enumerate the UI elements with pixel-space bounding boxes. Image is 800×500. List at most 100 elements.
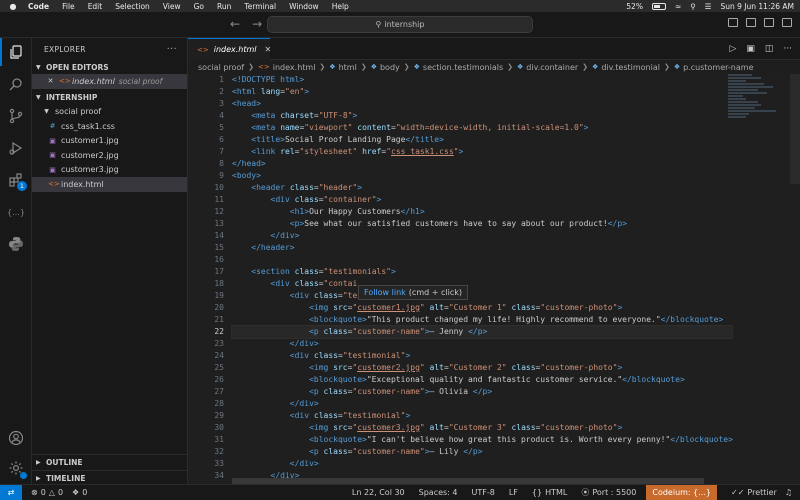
codeium-status[interactable]: Codeium: {...} [646,484,717,500]
workspace-header[interactable]: ▼ INTERNSHIP [32,91,187,105]
more-actions-icon[interactable]: ··· [167,44,177,55]
vertical-scrollbar[interactable] [790,74,800,184]
warning-icon: △ [48,488,55,497]
menu-run[interactable]: Run [217,2,231,11]
open-editor-item[interactable]: ✕ <> index.html social proof [32,74,187,89]
window-titlebar: ← → ⚲ internship [0,12,800,38]
wifi-icon[interactable]: ≈ [675,2,681,11]
encoding[interactable]: UTF-8 [472,488,495,497]
toggle-primary-sidebar-icon[interactable] [728,18,738,27]
outline-header[interactable]: ▶ OUTLINE [32,455,188,469]
menu-view[interactable]: View [163,2,181,11]
menu-go[interactable]: Go [194,2,204,11]
breadcrumb-section[interactable]: section.testimonials [423,63,503,72]
line-number: 10 [214,183,224,192]
control-center-icon[interactable]: ☰ [705,2,712,11]
json-view-icon[interactable]: {...} [0,198,32,226]
code-line: <p>See what our satisfied customers have… [289,219,627,228]
file-item-customer1[interactable]: ▣ customer1.jpg [32,134,187,149]
battery-icon[interactable] [651,2,666,10]
image-link[interactable]: customer3.jpg [357,423,420,432]
file-item-index-html[interactable]: <> index.html [32,177,187,192]
manage-gear-icon[interactable] [0,454,32,482]
menu-selection[interactable]: Selection [115,2,150,11]
close-tab-icon[interactable]: ✕ [265,45,272,54]
breadcrumb-body[interactable]: body [380,63,400,72]
cursor-position[interactable]: Ln 22, Col 30 [352,488,405,497]
live-server-port[interactable]: ⦿ Port : 5500 [581,487,636,498]
image-link[interactable]: customer1.jpg [357,303,420,312]
editor-actions: ▷ ▣ ◫ ··· [729,44,792,54]
open-preview-icon[interactable]: ▣ [746,44,755,54]
forward-arrow-icon[interactable]: → [252,17,262,31]
back-arrow-icon[interactable]: ← [230,17,240,31]
antenna-icon: ❖ [72,488,80,497]
problems-indicator[interactable]: ⊗ 0 △ 0 [31,488,63,497]
breadcrumb-file[interactable]: index.html [273,63,316,72]
code-line: <meta charset="UTF-8"> [251,111,358,120]
language-mode[interactable]: {} HTML [532,488,567,497]
ports-indicator[interactable]: ❖ 0 [72,488,87,497]
line-number: 24 [214,351,224,360]
line-number: 34 [214,471,224,480]
minimap[interactable] [728,74,788,134]
menu-edit[interactable]: Edit [88,2,103,11]
file-item-customer2[interactable]: ▣ customer2.jpg [32,148,187,163]
run-debug-icon[interactable] [0,134,32,162]
extensions-icon[interactable]: 1 [0,166,32,194]
chevron-down-icon: ▼ [36,63,41,71]
code-line: <blockquote>"I can't believe how great t… [309,435,733,444]
macos-menubar: ● Code File Edit Selection View Go Run T… [0,0,800,12]
breadcrumb-html[interactable]: html [339,63,357,72]
breadcrumb-testimonial[interactable]: div.testimonial [601,63,660,72]
menu-file[interactable]: File [62,2,75,11]
activity-bar: 1 {...} [0,38,32,484]
stylesheet-link[interactable]: css_task1.css [391,147,454,156]
line-number: 19 [214,291,224,300]
code-line: <p class="customer-name">— Lily </p> [309,447,483,456]
breadcrumb-folder[interactable]: social proof [198,63,244,72]
toggle-panel-icon[interactable] [746,18,756,27]
spotlight-search-icon[interactable]: ⚲ [690,2,696,11]
code-line: <blockquote>"Exceptional quality and fan… [309,375,685,384]
menu-help[interactable]: Help [332,2,349,11]
split-editor-icon[interactable]: ◫ [765,44,774,54]
timeline-header[interactable]: ▶ TIMELINE [32,471,188,485]
explorer-icon[interactable] [0,38,32,66]
run-icon[interactable]: ▷ [729,44,736,54]
toggle-secondary-sidebar-icon[interactable] [764,18,774,27]
accounts-icon[interactable] [0,424,32,452]
command-center-search[interactable]: ⚲ internship [267,16,533,33]
chevron-down-icon: ▼ [36,94,41,101]
python-icon[interactable] [0,230,32,258]
prettier-status[interactable]: ✓✓ Prettier [731,488,777,497]
search-view-icon[interactable] [0,70,32,98]
follow-link[interactable]: Follow link [364,288,406,297]
image-file-icon: ▣ [49,136,56,145]
source-control-icon[interactable] [0,102,32,130]
file-item-css[interactable]: # css_task1.css [32,119,187,134]
close-icon[interactable]: ✕ [46,77,55,85]
end-of-line[interactable]: LF [509,488,518,497]
folder-social-proof[interactable]: ▼ social proof [32,105,187,120]
line-number: 33 [214,459,224,468]
clock[interactable]: Sun 9 Jun 11:26 AM [720,2,794,11]
menu-app-name[interactable]: Code [28,2,49,11]
image-link[interactable]: customer2.jpg [357,363,420,372]
customize-layout-icon[interactable] [782,18,792,27]
apple-icon[interactable]: ● [6,2,20,11]
breadcrumb-customer-name[interactable]: p.customer-name [683,63,753,72]
more-actions-icon[interactable]: ··· [783,44,792,54]
menu-terminal[interactable]: Terminal [244,2,276,11]
line-number: 13 [214,219,224,228]
menu-window[interactable]: Window [289,2,319,11]
code-editor[interactable]: 1 2 3 4 5 6 7 8 9 10 11 12 13 14 15 16 17 18 19 20 21 22 23 24 2… [188,74,800,484]
line-number: 11 [214,195,224,204]
notifications-bell-icon[interactable]: ♫ [785,488,792,497]
tab-index-html[interactable]: <> index.html ✕ [188,38,272,60]
file-item-customer3[interactable]: ▣ customer3.jpg [32,163,187,178]
remote-indicator-icon[interactable]: ⇄ [0,484,22,500]
open-editors-header[interactable]: ▼ OPEN EDITORS [32,60,187,74]
indentation[interactable]: Spaces: 4 [419,488,458,497]
breadcrumb-container[interactable]: div.container [526,63,578,72]
